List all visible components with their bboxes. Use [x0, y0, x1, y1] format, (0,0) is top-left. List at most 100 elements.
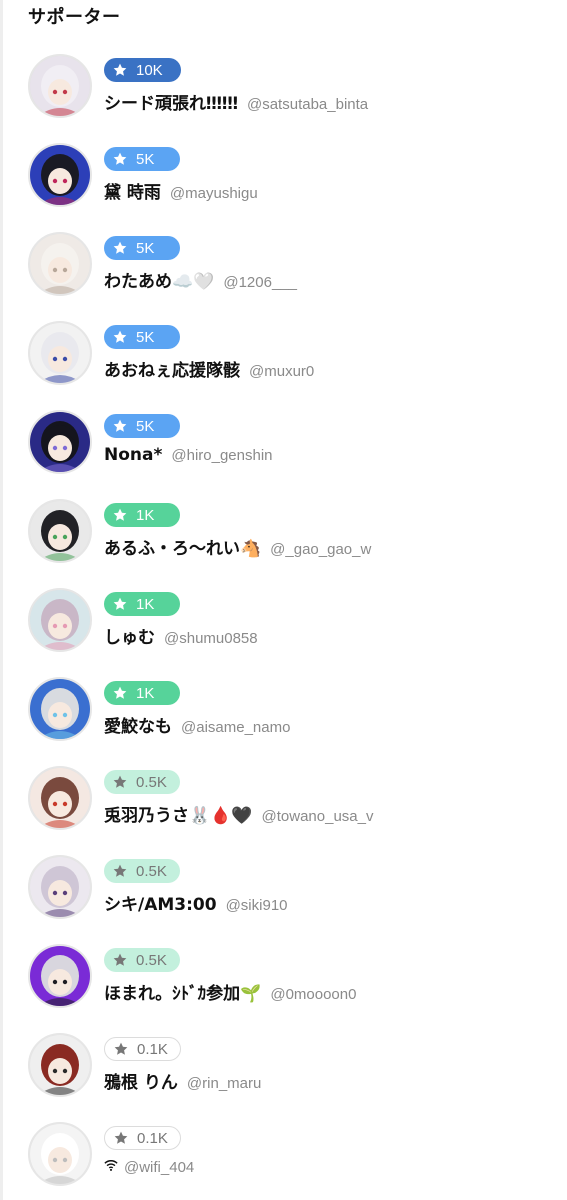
supporter-name[interactable]: あおねぇ応援隊骸 — [104, 356, 240, 381]
tier-badge: 0.1K — [104, 1037, 181, 1061]
tier-badge: 1K — [104, 592, 180, 616]
avatar[interactable] — [28, 143, 92, 207]
avatar[interactable] — [28, 944, 92, 1008]
supporter-name[interactable]: わたあめ☁️🤍 — [104, 267, 214, 292]
star-icon — [112, 418, 128, 434]
supporter-name[interactable]: 愛鮫なも — [104, 712, 172, 737]
tier-label: 1K — [136, 506, 155, 524]
tier-label: 5K — [136, 417, 155, 435]
tier-label: 0.5K — [136, 862, 167, 880]
supporter-name-line: 兎羽乃うさ🐰🩸🖤 @towano_usa_v — [104, 801, 373, 827]
supporter-handle[interactable]: @mayushigu — [170, 185, 258, 202]
tier-badge: 0.5K — [104, 859, 180, 883]
supporter-handle[interactable]: @towano_usa_v — [262, 808, 374, 825]
tier-badge: 5K — [104, 414, 180, 438]
supporter-row[interactable]: 5K Nona* @hiro_genshin — [0, 398, 567, 487]
supporter-handle[interactable]: @shumu0858 — [164, 630, 258, 647]
tier-badge: 1K — [104, 503, 180, 527]
avatar[interactable] — [28, 855, 92, 919]
avatar[interactable] — [28, 1122, 92, 1186]
supporter-handle[interactable]: @0moooon0 — [270, 986, 356, 1003]
supporter-handle[interactable]: @siki910 — [226, 897, 288, 914]
tier-badge: 10K — [104, 58, 181, 82]
supporter-name[interactable]: Nona* — [104, 445, 162, 465]
supporter-name[interactable]: 鴉根 りん — [104, 1068, 178, 1093]
supporter-handle[interactable]: @satsutaba_binta — [247, 96, 368, 113]
supporter-handle[interactable]: @1206___ — [223, 274, 297, 291]
supporter-name[interactable]: 黛 時雨 — [104, 178, 161, 203]
supporter-name-line: 黛 時雨 @mayushigu — [104, 178, 258, 204]
supporter-name[interactable]: しゅむ — [104, 623, 155, 648]
supporter-row[interactable]: 0.5K シキ/AM3:00 @siki910 — [0, 843, 567, 932]
supporter-handle[interactable]: @aisame_namo — [181, 719, 290, 736]
tier-label: 10K — [136, 61, 163, 79]
avatar[interactable] — [28, 321, 92, 385]
supporter-name-line: わたあめ☁️🤍 @1206___ — [104, 267, 297, 293]
avatar[interactable] — [28, 54, 92, 118]
supporter-name-line: シキ/AM3:00 @siki910 — [104, 890, 288, 916]
avatar[interactable] — [28, 410, 92, 474]
star-icon — [112, 596, 128, 612]
supporter-row[interactable]: 1K しゅむ @shumu0858 — [0, 576, 567, 665]
supporter-row[interactable]: 0.5K ほまれ。ｼﾄﾞｶ参加🌱 @0moooon0 — [0, 932, 567, 1021]
supporter-row[interactable]: 1K 愛鮫なも @aisame_namo — [0, 665, 567, 754]
supporter-row[interactable]: 0.1K 鴉根 りん @rin_maru — [0, 1021, 567, 1110]
tier-label: 1K — [136, 595, 155, 613]
wifi-icon — [104, 1157, 118, 1171]
avatar[interactable] — [28, 588, 92, 652]
star-icon — [112, 240, 128, 256]
tier-label: 5K — [136, 328, 155, 346]
supporter-name[interactable]: シード頑張れ‼︎‼︎‼︎ — [104, 89, 238, 114]
star-icon — [112, 151, 128, 167]
supporter-row[interactable]: 1K あるふ・ろ〜れい🐴 @_gao_gao_w — [0, 487, 567, 576]
star-icon — [112, 329, 128, 345]
star-icon — [112, 774, 128, 790]
supporter-name-line: しゅむ @shumu0858 — [104, 623, 258, 649]
tier-badge: 5K — [104, 325, 180, 349]
supporter-name[interactable]: ほまれ。ｼﾄﾞｶ参加🌱 — [104, 979, 261, 1004]
supporter-row[interactable]: 0.1K @wifi_404 — [0, 1110, 567, 1199]
supporter-name-line: ほまれ。ｼﾄﾞｶ参加🌱 @0moooon0 — [104, 979, 356, 1005]
supporter-name-line: Nona* @hiro_genshin — [104, 445, 273, 471]
tier-label: 0.1K — [137, 1129, 168, 1147]
tier-badge: 1K — [104, 681, 180, 705]
tier-label: 0.1K — [137, 1040, 168, 1058]
supporter-handle[interactable]: @hiro_genshin — [171, 447, 272, 464]
supporter-row[interactable]: 5K わたあめ☁️🤍 @1206___ — [0, 220, 567, 309]
supporter-name-line: あるふ・ろ〜れい🐴 @_gao_gao_w — [104, 534, 371, 560]
supporter-name-line: 愛鮫なも @aisame_namo — [104, 712, 290, 738]
avatar[interactable] — [28, 766, 92, 830]
star-icon — [112, 62, 128, 78]
supporter-name-line: 鴉根 りん @rin_maru — [104, 1068, 261, 1094]
tier-badge: 0.5K — [104, 770, 180, 794]
supporter-handle[interactable]: @_gao_gao_w — [270, 541, 371, 558]
supporter-row[interactable]: 10K シード頑張れ‼︎‼︎‼︎ @satsutaba_binta — [0, 42, 567, 131]
section-title: サポーター — [28, 7, 121, 28]
supporter-name-line: シード頑張れ‼︎‼︎‼︎ @satsutaba_binta — [104, 89, 368, 115]
star-icon — [112, 507, 128, 523]
star-icon — [112, 685, 128, 701]
avatar[interactable] — [28, 677, 92, 741]
avatar[interactable] — [28, 499, 92, 563]
supporter-handle[interactable]: @wifi_404 — [124, 1159, 194, 1176]
supporter-name[interactable]: シキ/AM3:00 — [104, 890, 217, 915]
star-icon — [112, 863, 128, 879]
tier-badge: 5K — [104, 236, 180, 260]
supporter-row[interactable]: 0.5K 兎羽乃うさ🐰🩸🖤 @towano_usa_v — [0, 754, 567, 843]
supporter-row[interactable]: 5K 黛 時雨 @mayushigu — [0, 131, 567, 220]
supporter-name[interactable]: 兎羽乃うさ🐰🩸🖤 — [104, 801, 253, 826]
star-icon — [113, 1130, 129, 1146]
supporter-name[interactable]: あるふ・ろ〜れい🐴 — [104, 534, 261, 559]
supporter-row[interactable]: 5K あおねぇ応援隊骸 @muxur0 — [0, 309, 567, 398]
avatar[interactable] — [28, 232, 92, 296]
supporter-name-line: あおねぇ応援隊骸 @muxur0 — [104, 356, 314, 382]
star-icon — [113, 1041, 129, 1057]
supporter-handle[interactable]: @muxur0 — [249, 363, 314, 380]
tier-label: 5K — [136, 150, 155, 168]
tier-label: 5K — [136, 239, 155, 257]
tier-badge: 0.5K — [104, 948, 180, 972]
supporter-handle[interactable]: @rin_maru — [187, 1075, 261, 1092]
tier-label: 0.5K — [136, 773, 167, 791]
avatar[interactable] — [28, 1033, 92, 1097]
tier-badge: 0.1K — [104, 1126, 181, 1150]
